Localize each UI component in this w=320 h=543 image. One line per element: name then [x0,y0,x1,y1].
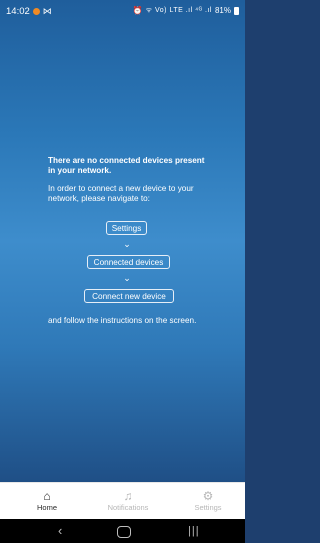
nav-label-notifications: Notifications [107,503,149,512]
nav-item-settings[interactable]: ⚙ Settings [178,489,238,512]
alarm-icon: ⏰ [132,6,143,15]
empty-state-message: There are no connected devices present i… [48,156,212,204]
nav-label-home: Home [36,503,57,512]
system-navigation-bar: ‹ ||| [0,519,245,543]
bell-icon: ♫ [123,489,133,503]
app-notification-icon [32,8,40,15]
battery-percent: 81% [214,6,231,15]
gear-icon: ⚙ [202,489,214,503]
chevron-down-icon: ⌄ [123,273,131,283]
chevron-down-icon: ⌄ [123,239,131,249]
nav-item-notifications[interactable]: ♫ Notifications [98,489,158,512]
recent-apps-icon[interactable]: ||| [188,523,200,539]
bottom-navigation: ⌂ Home ♫ Notifications ⚙ Settings [0,482,245,520]
home-button-icon[interactable] [117,526,131,538]
back-icon[interactable]: ‹ [58,523,62,539]
status-time: 14:02 [6,6,30,17]
connected-devices-step-button[interactable]: Connected devices [87,255,170,269]
empty-state-headline: There are no connected devices present i… [48,156,205,175]
status-bar: 14:02 ⋈ ⏰ ᯤ Vo) LTE .ıl ⁴ᴳ .ıl 81% [0,0,245,22]
mail-icon: ⋈ [42,6,52,16]
empty-state-instructions: In order to connect a new device to your… [48,184,194,203]
main-area: 14:02 ⋈ ⏰ ᯤ Vo) LTE .ıl ⁴ᴳ .ıl 81% There… [0,0,245,482]
signal-indicators: ᯤ Vo) LTE .ıl ⁴ᴳ .ıl [145,7,212,14]
empty-state-footer: and follow the instructions on the scree… [48,316,197,325]
settings-step-button[interactable]: Settings [106,221,147,235]
status-right: ⏰ ᯤ Vo) LTE .ıl ⁴ᴳ .ıl 81% [133,6,239,15]
connect-new-device-step-button[interactable]: Connect new device [84,289,174,303]
nav-item-home[interactable]: ⌂ Home [17,489,77,512]
home-icon: ⌂ [43,489,51,503]
battery-icon [234,6,239,15]
nav-label-settings: Settings [194,503,222,512]
status-left: 14:02 ⋈ [6,6,52,17]
